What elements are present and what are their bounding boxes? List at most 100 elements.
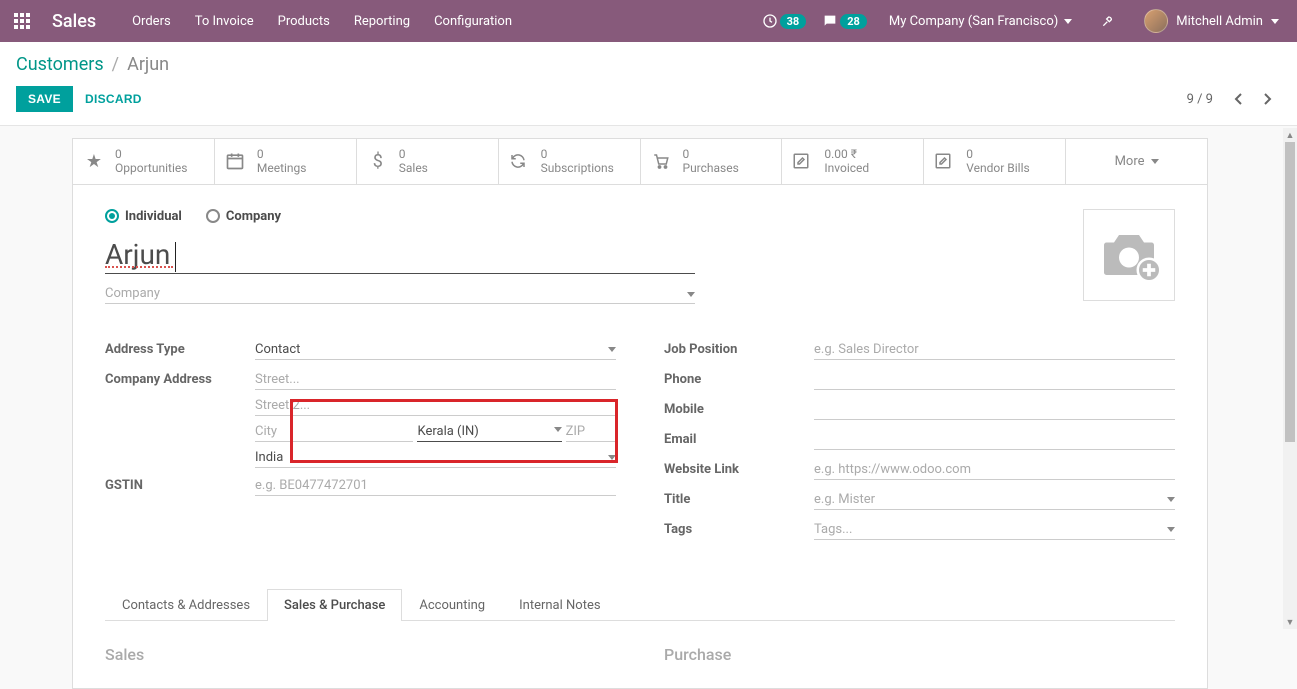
tags-select[interactable]: Tags... [814, 520, 1175, 540]
country-select[interactable]: India [255, 448, 616, 468]
stat-more[interactable]: More [1066, 139, 1207, 184]
chevron-down-icon [1167, 524, 1175, 535]
action-bar: SAVE DISCARD 9 / 9 [0, 75, 1297, 126]
chevron-down-icon [687, 286, 695, 301]
zip-input[interactable] [566, 422, 616, 442]
menu-to-invoice[interactable]: To Invoice [183, 0, 266, 42]
image-upload[interactable] [1083, 209, 1175, 301]
chevron-down-icon [1271, 19, 1279, 24]
discard-button[interactable]: DISCARD [73, 86, 154, 112]
label-mobile: Mobile [664, 400, 814, 417]
pencil-square-icon [792, 152, 814, 170]
company-name: My Company (San Francisco) [889, 14, 1058, 29]
menu-configuration[interactable]: Configuration [422, 0, 524, 42]
breadcrumb-root[interactable]: Customers [16, 54, 104, 75]
parent-company-select[interactable]: Company [105, 284, 695, 304]
job-position-input[interactable] [814, 340, 1175, 360]
top-navbar: Sales Orders To Invoice Products Reporti… [0, 0, 1297, 42]
stat-subscriptions[interactable]: 0Subscriptions [499, 139, 641, 184]
pager-value[interactable]: 9 / 9 [1187, 92, 1213, 107]
company-type-radio-group: Individual Company [105, 209, 1175, 224]
messages-button[interactable]: 28 [818, 13, 871, 29]
scrollbar-thumb[interactable] [1285, 142, 1295, 442]
mobile-input[interactable] [814, 400, 1175, 420]
left-column: Address Type Contact Company Address [105, 340, 616, 550]
name-input[interactable] [105, 236, 695, 274]
calendar-icon [225, 151, 247, 171]
pager-next-button[interactable] [1253, 85, 1281, 113]
stat-invoiced[interactable]: 0.00 ₹Invoiced [782, 139, 924, 184]
menu-products[interactable]: Products [266, 0, 342, 42]
debug-tool-button[interactable] [1090, 13, 1126, 29]
camera-plus-icon [1099, 230, 1159, 280]
user-name: Mitchell Admin [1176, 14, 1263, 29]
tab-sales-purchase[interactable]: Sales & Purchase [267, 589, 402, 621]
breadcrumb: Customers / Arjun [16, 54, 1281, 75]
chevron-right-icon [1262, 92, 1272, 106]
stat-meetings[interactable]: 0Meetings [215, 139, 357, 184]
pager-prev-button[interactable] [1225, 85, 1253, 113]
radio-individual[interactable]: Individual [105, 209, 182, 224]
activity-button[interactable]: 38 [758, 13, 811, 29]
pager: 9 / 9 [1187, 85, 1281, 113]
clock-icon [762, 13, 778, 29]
notebook-tabs: Contacts & Addresses Sales & Purchase Ac… [105, 588, 1175, 621]
stat-sales[interactable]: $ 0Sales [357, 139, 499, 184]
main-menu: Orders To Invoice Products Reporting Con… [120, 0, 524, 42]
label-job-position: Job Position [664, 340, 814, 357]
refresh-icon [509, 152, 531, 170]
apps-grid-icon [14, 13, 30, 29]
chevron-down-icon [608, 344, 616, 355]
website-input[interactable] [814, 460, 1175, 480]
breadcrumb-separator: / [112, 54, 119, 75]
chevron-down-icon [608, 452, 616, 463]
label-website: Website Link [664, 460, 814, 477]
label-phone: Phone [664, 370, 814, 387]
apps-menu-button[interactable] [8, 7, 36, 35]
label-email: Email [664, 430, 814, 447]
star-icon: ★ [83, 151, 105, 172]
save-button[interactable]: SAVE [16, 86, 73, 112]
stat-purchases[interactable]: 0Purchases [641, 139, 783, 184]
tab-contacts-addresses[interactable]: Contacts & Addresses [105, 589, 267, 621]
scroll-down-arrow-icon[interactable]: ▼ [1283, 615, 1297, 629]
stat-buttons-row: ★ 0Opportunities 0Meetings $ 0Sales 0Sub… [72, 138, 1208, 185]
section-sales-heading: Sales [105, 645, 616, 664]
chat-icon [822, 13, 838, 29]
user-avatar-icon [1144, 9, 1168, 33]
menu-reporting[interactable]: Reporting [342, 0, 422, 42]
city-input[interactable] [255, 422, 413, 442]
state-select[interactable]: Kerala (IN) [417, 422, 561, 442]
text-cursor [175, 242, 176, 272]
stat-vendor-bills[interactable]: 0Vendor Bills [924, 139, 1066, 184]
chevron-down-icon [1064, 19, 1072, 24]
form-content: ★ 0Opportunities 0Meetings $ 0Sales 0Sub… [72, 138, 1208, 689]
tab-accounting[interactable]: Accounting [402, 589, 502, 621]
right-column: Job Position Phone Mobile Email Website … [664, 340, 1175, 550]
dollar-icon: $ [367, 151, 389, 172]
chevron-left-icon [1234, 92, 1244, 106]
radio-company[interactable]: Company [206, 209, 281, 224]
section-purchase-heading: Purchase [664, 645, 1175, 664]
cart-icon [651, 152, 673, 170]
phone-input[interactable] [814, 370, 1175, 390]
user-menu[interactable]: Mitchell Admin [1134, 9, 1289, 33]
radio-icon [206, 209, 220, 223]
stat-opportunities[interactable]: ★ 0Opportunities [73, 139, 215, 184]
menu-orders[interactable]: Orders [120, 0, 183, 42]
title-select[interactable]: e.g. Mister [814, 490, 1175, 510]
street2-input[interactable] [255, 396, 616, 416]
gstin-input[interactable] [255, 476, 616, 496]
app-brand[interactable]: Sales [52, 11, 96, 32]
chevron-down-icon [554, 424, 562, 439]
company-switcher[interactable]: My Company (San Francisco) [879, 14, 1082, 29]
scroll-up-arrow-icon[interactable]: ▲ [1283, 128, 1297, 142]
label-company-address: Company Address [105, 370, 255, 387]
vertical-scrollbar[interactable]: ▲ ▼ [1283, 128, 1297, 629]
tab-internal-notes[interactable]: Internal Notes [502, 589, 617, 621]
address-type-select[interactable]: Contact [255, 340, 616, 360]
street-input[interactable] [255, 370, 616, 390]
email-input[interactable] [814, 430, 1175, 450]
label-tags: Tags [664, 520, 814, 537]
chevron-down-icon [1167, 494, 1175, 505]
